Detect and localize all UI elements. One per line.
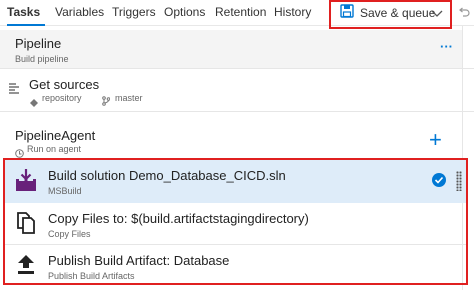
plus-icon[interactable]: + (429, 129, 442, 151)
agent-title[interactable]: PipelineAgent (15, 128, 95, 143)
pipeline-row[interactable] (0, 30, 462, 68)
save-and-queue-label: Save & queue (360, 6, 436, 20)
undo-icon[interactable] (458, 6, 470, 24)
branch-icon (102, 93, 111, 111)
divider (0, 68, 474, 69)
tab-history[interactable]: History (274, 5, 311, 19)
get-sources-title[interactable]: Get sources (29, 77, 99, 92)
toolbar: Tasks Variables Triggers Options Retenti… (0, 0, 474, 29)
save-and-queue-button[interactable]: Save & queue (340, 3, 452, 23)
tab-retention[interactable]: Retention (215, 5, 266, 19)
branch-label: master (115, 93, 143, 103)
agent-subtitle: Run on agent (27, 144, 82, 154)
tab-tasks[interactable]: Tasks (7, 5, 40, 19)
tab-variables[interactable]: Variables (55, 5, 104, 19)
repository-label: repository (42, 93, 82, 103)
tab-options[interactable]: Options (164, 5, 205, 19)
save-icon (340, 4, 354, 23)
active-tab-indicator (7, 24, 45, 26)
pipeline-title: Pipeline (15, 36, 62, 51)
pipeline-subtitle: Build pipeline (15, 54, 69, 64)
tab-triggers[interactable]: Triggers (112, 5, 156, 19)
ellipsis-icon[interactable]: ··· (440, 39, 453, 54)
divider (0, 111, 474, 112)
tasks-highlight-box (3, 158, 468, 285)
chevron-down-icon[interactable] (431, 6, 443, 24)
repository-icon (30, 94, 38, 112)
get-sources-icon (8, 81, 20, 99)
